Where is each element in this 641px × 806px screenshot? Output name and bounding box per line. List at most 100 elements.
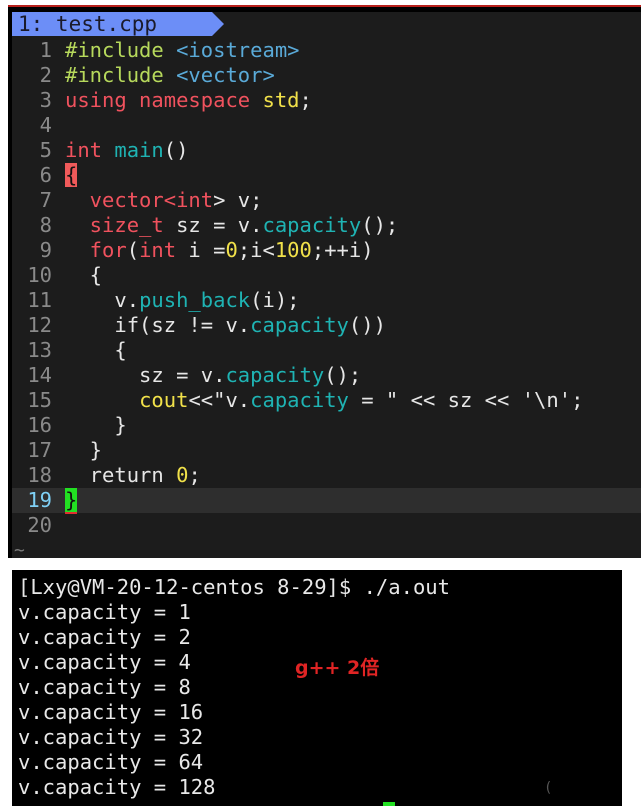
code-line[interactable]: 12 if(sz != v.capacity()) (12, 313, 641, 338)
code-token: sz = v. (65, 363, 226, 387)
code-line[interactable]: 1 #include <iostream> (12, 38, 641, 63)
code-text: cout<<"v.capacity = " << sz << '\n'; (65, 388, 583, 413)
code-text: int main() (65, 138, 188, 163)
code-line[interactable]: 11 v.push_back(i); (12, 288, 641, 313)
terminal-output-line: v.capacity = 1 (18, 600, 191, 624)
terminal-prompt: [Lxy@VM-20-12-centos 8-29]$ ./a.out (18, 575, 450, 599)
code-token: ;i< (237, 238, 275, 262)
code-token: () (163, 138, 189, 162)
code-text: #include <vector> (65, 63, 275, 88)
line-number: 7 (39, 188, 52, 212)
line-number: 8 (39, 213, 52, 237)
code-line[interactable]: 14 sz = v.capacity(); (12, 363, 641, 388)
code-token: = " << sz << '\n'; (348, 388, 584, 412)
code-line[interactable]: 9 for(int i =0;i<100;++i) (12, 238, 641, 263)
code-line[interactable]: 20 (12, 513, 641, 538)
code-token: push_back (139, 288, 251, 312)
terminal-output-line: v.capacity = 4 (18, 650, 191, 674)
code-token: capacity (250, 313, 349, 337)
code-text: for(int i =0;i<100;++i) (65, 238, 374, 263)
code-line[interactable]: 2 #include <vector> (12, 63, 641, 88)
terminal-output-line: v.capacity = 8 (18, 675, 191, 699)
code-text: { (65, 338, 126, 363)
code-line[interactable]: 8 size_t sz = v.capacity(); (12, 213, 641, 238)
code-token: size_t (65, 213, 164, 237)
code-line[interactable]: 6{ (12, 163, 641, 188)
code-line[interactable]: 18 return 0; (12, 463, 641, 488)
code-token: int (176, 188, 214, 212)
terminal-output-line: v.capacity = 64 (18, 750, 204, 774)
code-token: capacity (225, 363, 325, 387)
code-token: (); (361, 213, 399, 237)
code-token: return (65, 463, 177, 487)
tab-test-cpp[interactable]: 1: test.cpp (12, 12, 224, 36)
code-lines[interactable]: 1 #include <iostream> 2 #include <vector> 3 u… (12, 38, 641, 538)
code-line[interactable]: 15 cout<<"v.capacity = " << sz << '\n'; (12, 388, 641, 413)
line-number: 5 (39, 138, 52, 162)
code-token: ; (188, 463, 201, 487)
code-token: using namespace (65, 88, 263, 112)
code-line[interactable]: 19} (12, 488, 641, 513)
code-token: i = (176, 238, 226, 262)
terminal[interactable]: [Lxy@VM-20-12-centos 8-29]$ ./a.out v.ca… (12, 570, 622, 806)
terminal-output-line: v.capacity = 2 (18, 625, 191, 649)
code-token: <iostream> (176, 38, 300, 62)
matched-brace: } (65, 488, 78, 512)
code-token: capacity (262, 213, 362, 237)
code-token: } (65, 438, 103, 462)
line-number: 2 (39, 63, 52, 87)
code-token: <vector> (176, 63, 275, 87)
code-token: 100 (274, 238, 312, 262)
code-line[interactable]: 13 { (12, 338, 641, 363)
line-number: 16 (27, 413, 52, 437)
code-line[interactable]: 5 int main() (12, 138, 641, 163)
code-token: (i); (250, 288, 300, 312)
code-text: sz = v.capacity(); (65, 363, 361, 388)
code-token: cout (139, 388, 189, 412)
line-number: 19 (27, 488, 52, 512)
line-number: 1 (39, 38, 52, 62)
code-line[interactable]: 10 { (12, 263, 641, 288)
code-text: vector<int> v; (65, 188, 263, 213)
code-token: #include (65, 38, 177, 62)
line-number: 3 (39, 88, 52, 112)
line-number: 11 (27, 288, 52, 312)
code-token: (); (324, 363, 362, 387)
code-token: v. (65, 288, 140, 312)
code-text: } (65, 488, 78, 513)
code-line[interactable]: 16 } (12, 413, 641, 438)
code-token: ; (299, 88, 312, 112)
code-token: } (65, 413, 127, 437)
code-text: } (65, 413, 127, 438)
code-line[interactable]: 7 vector<int> v; (12, 188, 641, 213)
line-number: 18 (27, 463, 52, 487)
code-token: { (65, 263, 103, 287)
code-text: using namespace std; (65, 88, 312, 113)
empty-line-marker: ~ (14, 540, 25, 561)
code-line[interactable]: 4 (12, 113, 641, 138)
line-number: 10 (27, 263, 52, 287)
code-token: sz = v. (163, 213, 263, 237)
code-line[interactable]: 3 using namespace std; (12, 88, 641, 113)
terminal-output-line: v.capacity = 32 (18, 725, 204, 749)
terminal-cursor (383, 802, 395, 806)
line-number: 6 (39, 163, 52, 187)
tabline: 1: test.cpp (12, 12, 641, 36)
terminal-output-line: v.capacity = 16 (18, 700, 204, 724)
code-text: } (65, 438, 102, 463)
code-token: vector< (65, 188, 177, 212)
code-line[interactable]: 17 } (12, 438, 641, 463)
line-number: 17 (27, 438, 52, 462)
code-text: size_t sz = v.capacity(); (65, 213, 399, 238)
code-token: ()) (348, 313, 386, 337)
code-token: #include (65, 63, 177, 87)
vim-editor[interactable]: 1: test.cpp 1 #include <iostream> 2 #includ… (8, 5, 641, 561)
code-text: { (65, 163, 78, 188)
code-token: if(sz != v. (65, 313, 251, 337)
terminal-output-line: v.capacity = 128 (18, 775, 216, 799)
line-number: 13 (27, 338, 52, 362)
code-token: int (139, 238, 177, 262)
matched-brace: { (65, 163, 78, 187)
line-number: 14 (27, 363, 52, 387)
